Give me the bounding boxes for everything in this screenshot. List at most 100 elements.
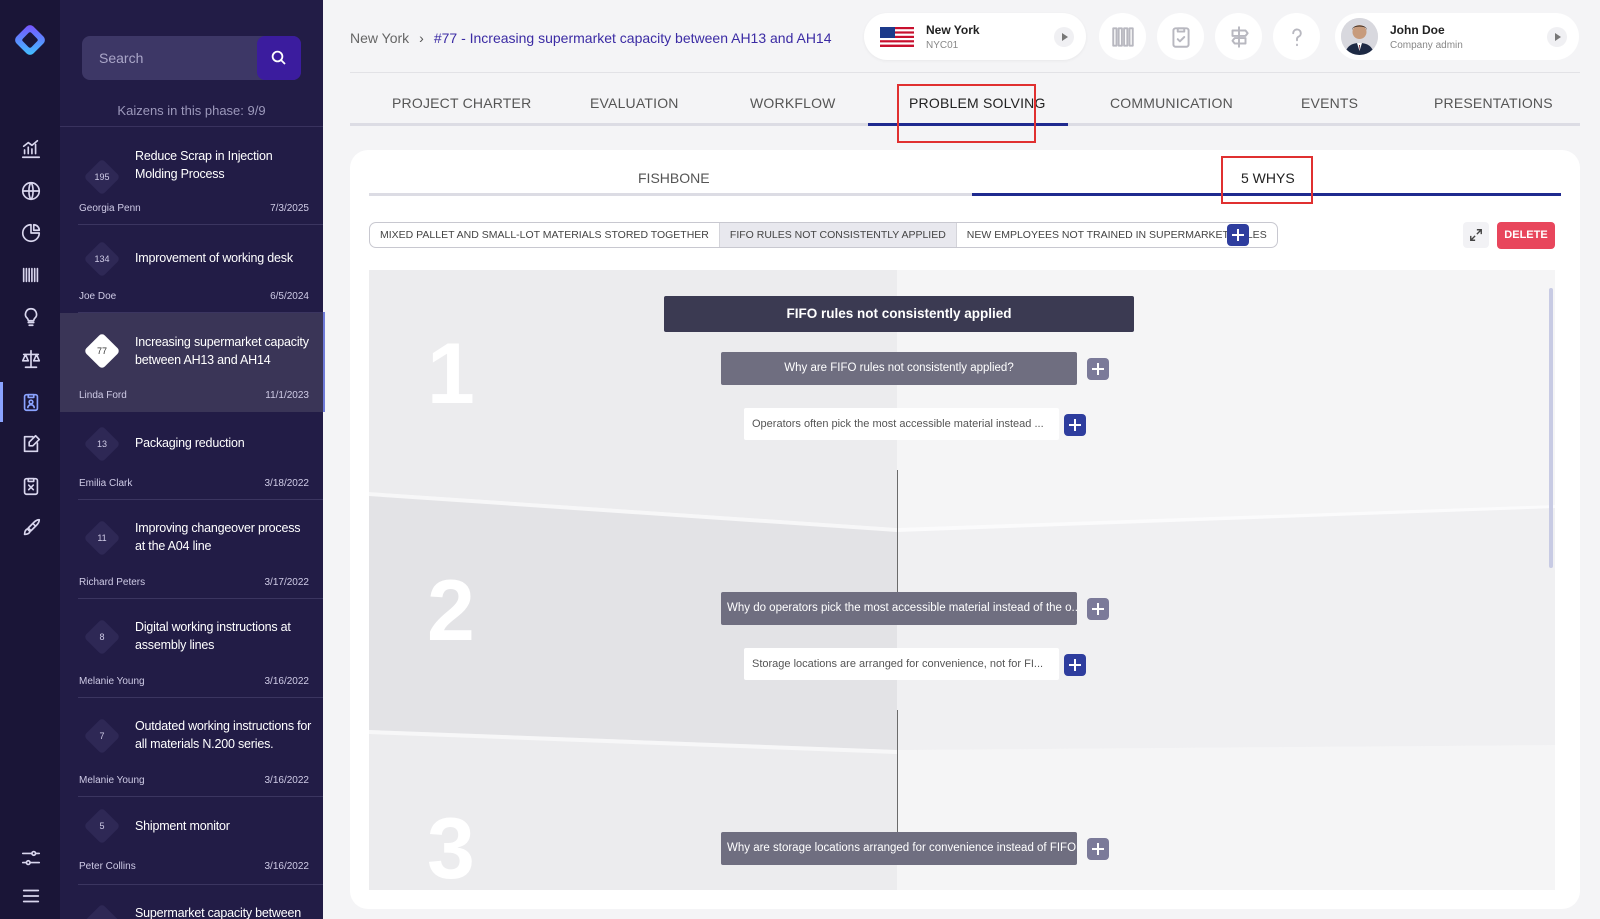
kaizen-owner: Georgia Penn	[79, 203, 141, 214]
logo-icon[interactable]	[12, 22, 48, 58]
location-code: NYC01	[926, 40, 959, 51]
why-question[interactable]: Why do operators pick the most accessibl…	[721, 592, 1077, 625]
signpost-button[interactable]	[1215, 13, 1262, 60]
tab-project-charter[interactable]: PROJECT CHARTER	[392, 95, 531, 111]
why-answer[interactable]: Storage locations are arranged for conve…	[744, 648, 1059, 680]
kaizen-owner: Melanie Young	[79, 676, 145, 687]
kaizen-number: 134	[94, 254, 110, 264]
location-selector[interactable]: New York NYC01	[864, 13, 1086, 60]
kaizen-number: 11	[97, 533, 107, 543]
kaizen-badge	[83, 903, 121, 919]
play-arrow-icon[interactable]	[1547, 27, 1567, 47]
search-icon	[271, 50, 286, 65]
highlight-box	[897, 84, 1036, 143]
search-button[interactable]	[257, 36, 301, 80]
kaizen-item[interactable]: 134 Improvement of working desk Joe Doe …	[60, 225, 323, 313]
kaizen-date: 11/1/2023	[265, 390, 309, 401]
clipboard-x-icon[interactable]	[18, 473, 44, 499]
kaizen-title: Reduce Scrap in Injection Molding Proces…	[135, 149, 273, 181]
kaizen-item[interactable]: 195 Reduce Scrap in Injection Molding Pr…	[60, 127, 323, 225]
kaizen-item[interactable]: 7 Outdated working instructions for all …	[60, 698, 323, 797]
kaizen-item[interactable]: 13 Packaging reduction Emilia Clark 3/18…	[60, 412, 323, 500]
level-number: 3	[427, 801, 475, 890]
kaizen-title: Increasing supermarket capacity between …	[135, 335, 309, 367]
kaizen-number: 5	[99, 821, 105, 831]
connector-line	[897, 470, 898, 592]
kaizen-item[interactable]: 8 Digital working instructions at assemb…	[60, 599, 323, 698]
add-problem-button[interactable]	[1227, 224, 1249, 246]
why-question[interactable]: Why are FIFO rules not consistently appl…	[721, 352, 1077, 385]
divider	[350, 72, 1580, 73]
help-button[interactable]	[1273, 13, 1320, 60]
add-why-button[interactable]	[1087, 838, 1109, 860]
add-answer-button[interactable]	[1064, 414, 1086, 436]
kaizen-owner: Melanie Young	[79, 775, 145, 786]
rocket-icon[interactable]	[18, 515, 44, 541]
user-name: John Doe	[1390, 23, 1445, 37]
edit-doc-icon[interactable]	[18, 431, 44, 457]
kaizen-title: Shipment monitor	[135, 819, 230, 833]
root-problem[interactable]: FIFO rules not consistently applied	[664, 296, 1134, 332]
kaizen-number: 7	[99, 731, 105, 741]
kaizen-title: Outdated working instructions for all ma…	[135, 719, 312, 751]
kaizen-title: Digital working instructions at assembly…	[135, 620, 291, 652]
clipboard-check-icon	[1171, 26, 1190, 48]
globe-icon[interactable]	[18, 178, 44, 204]
expand-icon	[1470, 229, 1482, 241]
panel-edge-highlight	[323, 312, 325, 412]
tab-evaluation[interactable]: EVALUATION	[590, 95, 679, 111]
barcode-icon[interactable]	[18, 262, 44, 288]
kaizen-owner: Joe Doe	[79, 291, 117, 302]
balance-icon[interactable]	[18, 346, 44, 372]
add-why-button[interactable]	[1087, 358, 1109, 380]
clipboard-person-icon[interactable]	[18, 389, 44, 415]
problem-option-active[interactable]: FIFO RULES NOT CONSISTENTLY APPLIED	[718, 223, 956, 247]
subtab-fishbone[interactable]: FISHBONE	[638, 170, 710, 186]
breadcrumb-current: #77 - Increasing supermarket capacity be…	[433, 30, 832, 46]
add-answer-button[interactable]	[1064, 654, 1086, 676]
phase-count: Kaizens in this phase: 9/9	[117, 103, 266, 118]
breadcrumb-root[interactable]: New York	[350, 30, 409, 46]
problem-selector: MIXED PALLET AND SMALL-LOT MATERIALS STO…	[369, 222, 1278, 248]
highlight-box	[1221, 156, 1313, 204]
kaizen-date: 3/17/2022	[264, 577, 310, 588]
kaizen-date: 3/16/2022	[264, 676, 310, 687]
kaizen-date: 7/3/2025	[270, 203, 309, 214]
scrollbar[interactable]	[1549, 288, 1553, 568]
add-why-button[interactable]	[1087, 598, 1109, 620]
expand-button[interactable]	[1463, 222, 1489, 248]
kaizen-owner: Linda Ford	[79, 390, 127, 401]
play-arrow-icon[interactable]	[1054, 27, 1074, 47]
tab-presentations[interactable]: PRESENTATIONS	[1434, 95, 1553, 111]
kaizen-owner: Emilia Clark	[79, 478, 133, 489]
sliders-icon[interactable]	[18, 845, 44, 871]
kaizen-date: 6/5/2024	[270, 291, 309, 302]
pie-chart-icon[interactable]	[18, 220, 44, 246]
tab-communication[interactable]: COMMUNICATION	[1110, 95, 1233, 111]
kaizen-item-active[interactable]: 77 Increasing supermarket capacity betwe…	[60, 313, 323, 412]
menu-icon[interactable]	[18, 883, 44, 909]
delete-button[interactable]: DELETE	[1497, 222, 1555, 249]
level-number: 2	[427, 563, 475, 659]
barcode-button[interactable]	[1099, 13, 1146, 60]
tab-workflow[interactable]: WORKFLOW	[750, 95, 836, 111]
chevron-right-icon: ›	[419, 30, 424, 46]
kaizen-item[interactable]: Supermarket capacity between	[60, 885, 323, 919]
search-input[interactable]	[82, 36, 257, 80]
active-indicator	[0, 382, 3, 422]
tab-events[interactable]: EVENTS	[1301, 95, 1358, 111]
chart-icon[interactable]	[18, 136, 44, 162]
kaizen-item[interactable]: 11 Improving changeover process at the A…	[60, 500, 323, 599]
five-whys-canvas: 1 2 3 FIFO rules not consistently applie…	[369, 270, 1555, 890]
user-menu[interactable]: John Doe Company admin	[1335, 13, 1579, 60]
why-answer[interactable]: Operators often pick the most accessible…	[744, 408, 1059, 440]
lightbulb-icon[interactable]	[18, 304, 44, 330]
why-question[interactable]: Why are storage locations arranged for c…	[721, 832, 1077, 865]
kaizen-item[interactable]: 5 Shipment monitor Peter Collins 3/16/20…	[60, 797, 323, 885]
tasks-button[interactable]	[1157, 13, 1204, 60]
avatar	[1341, 18, 1378, 55]
us-flag-icon	[880, 27, 914, 47]
kaizen-title: Supermarket capacity between	[135, 906, 302, 919]
kaizen-title: Improvement of working desk	[135, 251, 293, 265]
problem-option[interactable]: MIXED PALLET AND SMALL-LOT MATERIALS STO…	[370, 223, 719, 247]
